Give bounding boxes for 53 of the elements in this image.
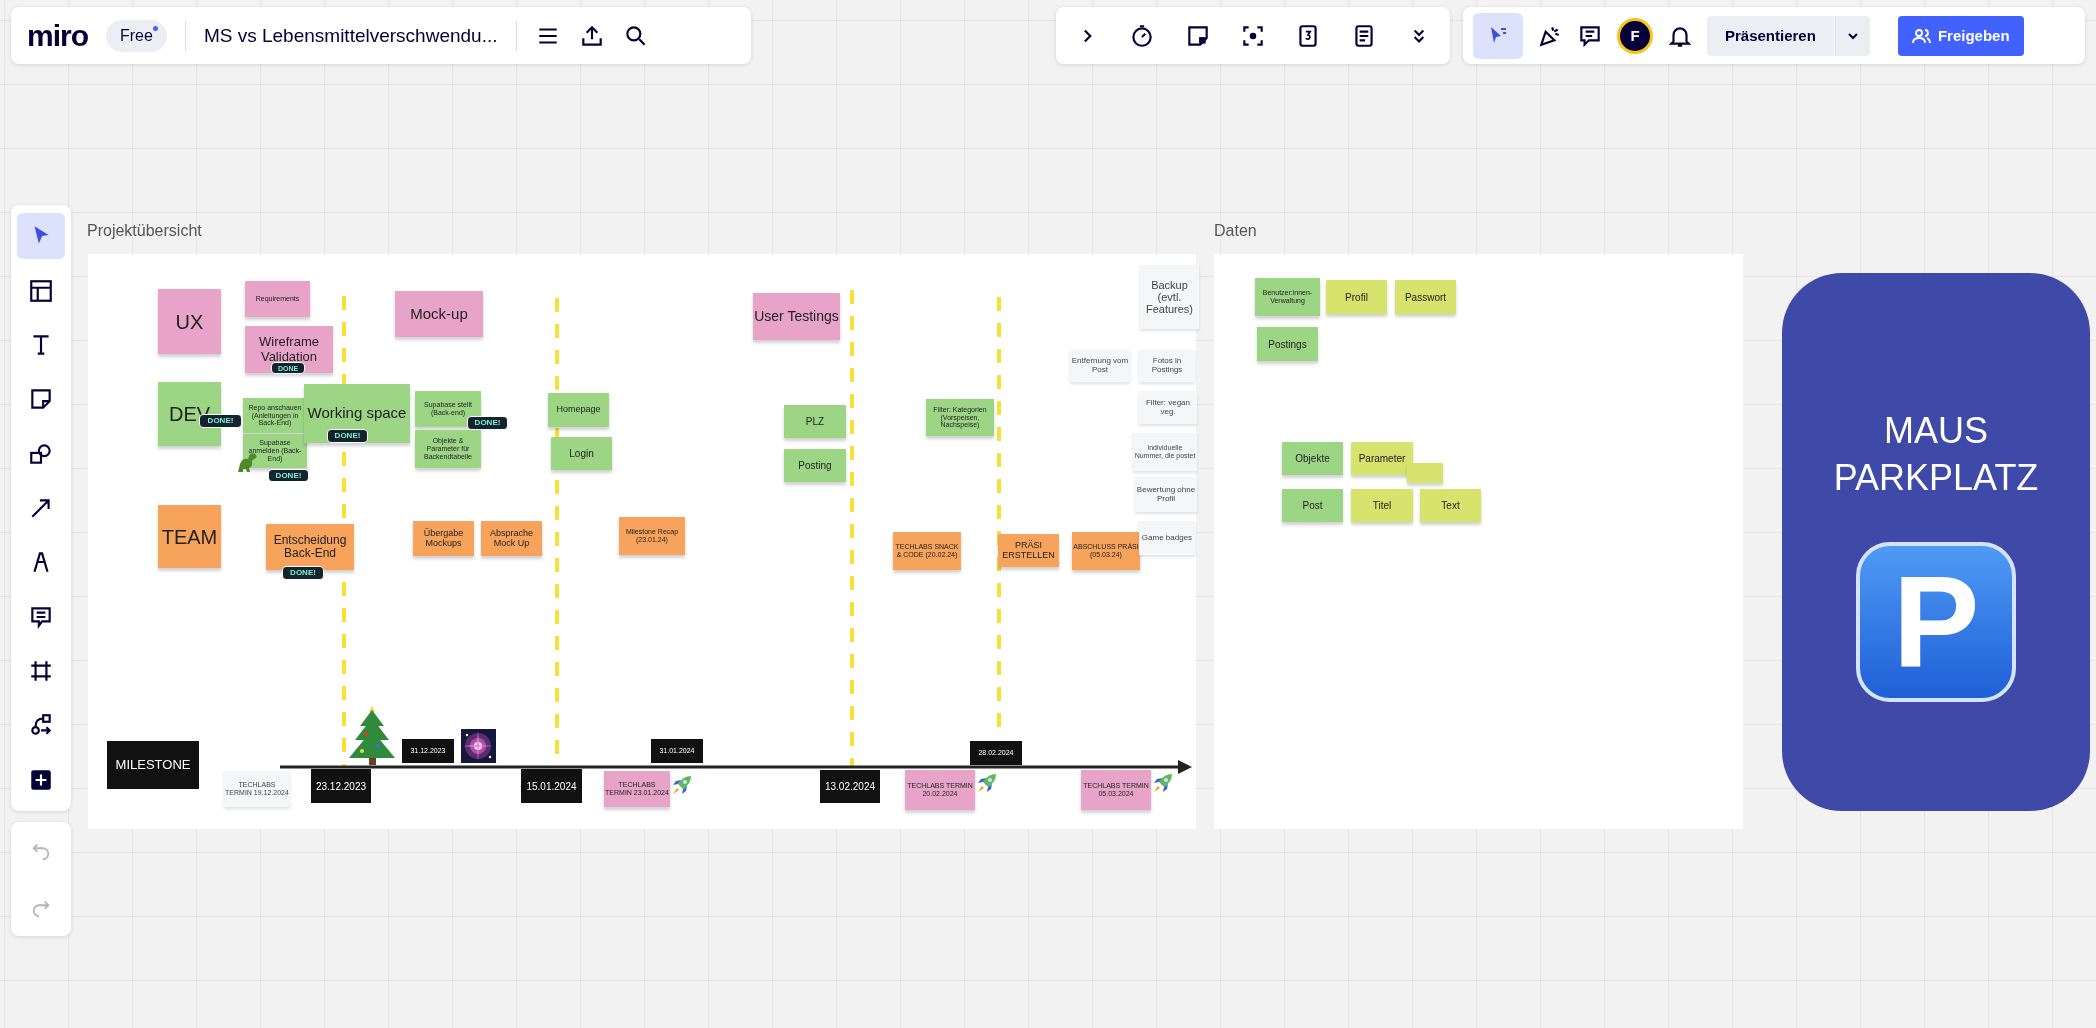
sticky-note[interactable]: Objekte [1282,442,1343,475]
sticky-note[interactable]: PLZ [784,405,846,438]
sticky-note[interactable]: 15.01.2024 [521,769,582,803]
sticky-note[interactable]: UX [158,289,221,354]
sticky-note[interactable]: PRÄSI ERSTELLEN [998,534,1059,567]
sticky-note[interactable]: User Testings [753,293,840,340]
present-button[interactable]: Präsentieren [1707,15,1834,56]
share-button[interactable]: Freigeben [1897,15,2024,56]
rocket-icon [1152,772,1174,794]
sticky-note[interactable]: Übergabe Mockups [413,521,474,556]
sticky-note[interactable]: Parameter [1351,442,1413,475]
sticky-note[interactable]: Absprache Mock Up [481,521,542,556]
sticky-note[interactable]: Bewertung ohne Profil [1135,477,1197,512]
sticky-note[interactable]: Posting [784,449,846,482]
sticky-note[interactable]: Passwort [1395,280,1456,314]
sticky-note[interactable]: 23.12.2023 [311,769,371,803]
sticky-note[interactable]: Entfernung vom Post [1070,350,1130,382]
sticky-note[interactable]: Text [1420,489,1481,522]
board-title[interactable]: MS vs Lebensmittelverschwendu... [203,24,498,47]
frame-title: Daten [1214,222,1257,240]
template-icon[interactable] [28,277,54,304]
sticky-note[interactable]: Fotos in Postings [1139,350,1195,382]
sticky-note[interactable]: Post [1282,489,1343,522]
tool-button[interactable] [17,213,65,260]
christmas-tree-icon [348,704,397,766]
done-sticker: DONE! [282,566,324,580]
cursor-button[interactable] [1473,12,1523,59]
people-icon[interactable] [1911,27,1932,44]
rocket-icon [671,774,693,796]
sticky-note[interactable]: Login [551,437,612,470]
sticky-note[interactable]: Backup (evtl. Features) [1140,265,1199,329]
sticky-note[interactable]: Mock-up [395,291,483,337]
done-sticker: DONE! [268,469,309,482]
miro-logo[interactable]: miro [27,18,88,53]
sticky-note[interactable]: Postings [1257,327,1318,361]
frame-title: Projektübersicht [87,222,202,240]
sticky-note[interactable]: MILESTONE [107,741,199,789]
done-sticker: DONE! [327,429,368,443]
sticky-note[interactable]: Game badges [1139,521,1195,555]
sticky-note[interactable]: Filter: vegan veg. [1139,391,1197,424]
user-avatar[interactable]: F [1617,17,1653,54]
parking-title: MAUS PARKPLATZ [1832,409,2040,500]
rocket-icon [976,772,998,794]
parking-sign-icon: P [1856,541,2016,702]
done-sticker: DONE! [467,416,508,430]
sticky-note[interactable]: 13.02.2024 [820,770,880,803]
done-sticker: DONE! [199,414,242,428]
plan-badge[interactable]: Free [106,19,167,52]
sticky-note[interactable]: Profil [1326,280,1387,314]
sticky-note[interactable]: Titel [1351,489,1413,522]
sticky-note[interactable]: Homepage [548,393,609,427]
sticky-note[interactable]: Entscheidung Back-End [266,524,354,570]
sticky-note[interactable]: TEAM [158,505,221,568]
